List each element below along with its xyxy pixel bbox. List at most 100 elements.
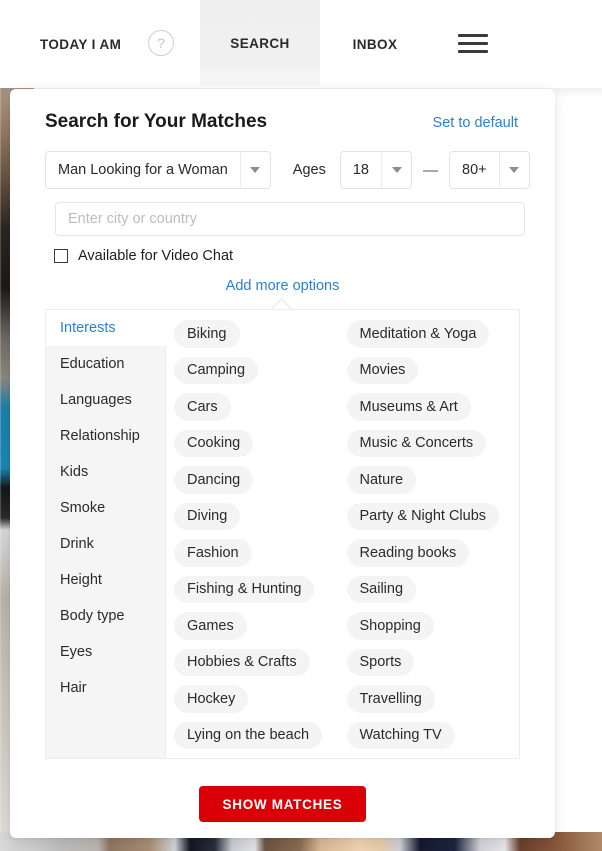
page-title: Search for Your Matches	[45, 111, 268, 132]
interest-chip-label: Cooking	[187, 435, 241, 452]
interest-chip[interactable]: Fishing & Hunting	[174, 575, 315, 603]
interest-chip[interactable]: Diving	[174, 502, 241, 530]
interest-chip[interactable]: Cooking	[174, 429, 254, 457]
interest-chip-label: Games	[187, 617, 234, 634]
interest-chip[interactable]: Meditation & Yoga	[346, 320, 490, 348]
category-tab-eyes[interactable]: Eyes	[46, 634, 165, 670]
category-tab-kids[interactable]: Kids	[46, 454, 165, 490]
interest-chip-label: Reading books	[359, 544, 457, 561]
interest-chip[interactable]: Music & Concerts	[346, 429, 487, 457]
interest-chip-label: Shopping	[359, 617, 421, 634]
category-tab-label: Languages	[60, 392, 132, 408]
interest-chip[interactable]: Cars	[174, 393, 231, 421]
category-tab-languages[interactable]: Languages	[46, 382, 165, 418]
interest-column-left: Biking Camping Cars Cooking Dancing Diving Fas…	[174, 320, 347, 758]
hamburger-line-2	[458, 42, 488, 45]
interest-chip-label: Party & Night Clubs	[359, 508, 487, 525]
interest-chip[interactable]: Hockey	[174, 685, 249, 713]
interest-chip-label: Nature	[359, 471, 404, 488]
help-icon-glyph: ?	[157, 35, 165, 51]
category-tab-label: Interests	[60, 320, 116, 336]
looking-for-select[interactable]: Man Looking for a Woman	[45, 151, 271, 189]
interest-chip-label: Lying on the beach	[187, 727, 310, 744]
interest-chip-label: Hobbies & Crafts	[187, 654, 297, 671]
category-tab-relationship[interactable]: Relationship	[46, 418, 165, 454]
category-tab-label: Education	[60, 356, 125, 372]
age-from-select[interactable]: 18	[339, 151, 412, 189]
interest-chip[interactable]: Watching TV	[346, 721, 455, 749]
interest-chip[interactable]: Sports	[346, 648, 415, 676]
interest-chip[interactable]: Games	[174, 612, 247, 640]
interest-chip[interactable]: Movies	[346, 356, 419, 384]
category-tab-label: Drink	[60, 536, 94, 552]
interest-chip-label: Travelling	[359, 690, 422, 707]
interest-chip-label: Dancing	[187, 471, 241, 488]
category-tab-label: Height	[60, 572, 102, 588]
help-icon[interactable]: ?	[148, 30, 174, 56]
interest-chip[interactable]: Travelling	[346, 685, 435, 713]
video-chat-checkbox-row[interactable]: Available for Video Chat	[54, 248, 233, 264]
nav-item-today-i-am[interactable]: TODAY I AM	[40, 0, 121, 88]
category-tab-label: Eyes	[60, 644, 93, 660]
video-chat-label: Available for Video Chat	[78, 248, 234, 264]
interest-chip-label: Music & Concerts	[359, 435, 474, 452]
interest-chip-label: Camping	[187, 362, 246, 379]
interest-chip-label: Sports	[359, 654, 402, 671]
location-input[interactable]	[55, 202, 525, 236]
interest-chip-label: Movies	[359, 362, 406, 379]
criteria-row: Man Looking for a Woman Ages 18 — 80+	[45, 151, 530, 189]
category-tab-hair[interactable]: Hair	[46, 670, 165, 706]
interest-chip-label: Fishing & Hunting	[187, 581, 302, 598]
interest-chip-label: Biking	[187, 325, 227, 342]
interest-column-right: Meditation & Yoga Movies Museums & Art Musi…	[346, 320, 520, 758]
interest-chip[interactable]: Lying on the beach	[174, 721, 323, 749]
nav-label-today-i-am: TODAY I AM	[40, 36, 122, 52]
interest-chips-area: Biking Camping Cars Cooking Dancing Diving Fas…	[166, 310, 519, 758]
interest-chip-label: Fashion	[187, 544, 239, 561]
interest-chip[interactable]: Museums & Art	[346, 393, 471, 421]
category-tab-drink[interactable]: Drink	[46, 526, 165, 562]
interest-chip-label: Diving	[187, 508, 228, 525]
category-tab-label: Hair	[60, 680, 87, 696]
ages-label: Ages	[292, 162, 326, 178]
chevron-down-icon[interactable]	[239, 152, 270, 188]
nav-item-inbox[interactable]: INBOX	[340, 0, 410, 88]
nav-item-search[interactable]: SEARCH	[200, 0, 320, 86]
category-tab-label: Relationship	[60, 428, 140, 444]
interest-chip[interactable]: Shopping	[346, 612, 434, 640]
interest-chip[interactable]: Dancing	[174, 466, 254, 494]
category-tab-smoke[interactable]: Smoke	[46, 490, 165, 526]
interest-chip[interactable]: Reading books	[346, 539, 470, 567]
category-tab-label: Body type	[60, 608, 125, 624]
video-chat-checkbox[interactable]	[54, 249, 68, 263]
category-tab-list: Interests Education Languages Relationship K…	[46, 310, 166, 758]
category-tab-education[interactable]: Education	[46, 346, 165, 382]
interest-chip[interactable]: Party & Night Clubs	[346, 502, 500, 530]
category-tab-label: Smoke	[60, 500, 106, 516]
interest-chip[interactable]: Nature	[346, 466, 417, 494]
interest-chip[interactable]: Camping	[174, 356, 259, 384]
interest-chip-label: Meditation & Yoga	[359, 325, 477, 342]
interests-container: Interests Education Languages Relationship K…	[45, 309, 520, 759]
show-matches-button[interactable]: SHOW MATCHES	[199, 786, 366, 822]
age-range-dash: —	[423, 161, 438, 179]
interest-chip[interactable]: Biking	[174, 320, 240, 348]
hamburger-menu-icon[interactable]	[458, 34, 488, 54]
category-tab-label: Kids	[60, 464, 89, 480]
category-tab-body-type[interactable]: Body type	[46, 598, 165, 634]
interest-chip[interactable]: Sailing	[346, 575, 417, 603]
interest-chip-label: Watching TV	[359, 727, 442, 744]
category-tab-height[interactable]: Height	[46, 562, 165, 598]
age-to-select[interactable]: 80+	[449, 151, 530, 189]
hamburger-line-3	[458, 50, 488, 53]
chevron-down-icon[interactable]	[498, 152, 529, 188]
set-to-default-link[interactable]: Set to default	[433, 115, 518, 131]
interest-chip[interactable]: Fashion	[174, 539, 252, 567]
add-more-options-link[interactable]: Add more options	[10, 278, 555, 294]
category-tab-interests[interactable]: Interests	[46, 310, 166, 346]
chevron-down-icon[interactable]	[381, 152, 411, 188]
interest-chip[interactable]: Hobbies & Crafts	[174, 648, 310, 676]
nav-label-inbox: INBOX	[352, 36, 398, 52]
looking-for-value: Man Looking for a Woman	[58, 162, 228, 178]
interest-chip-label: Hockey	[187, 690, 236, 707]
